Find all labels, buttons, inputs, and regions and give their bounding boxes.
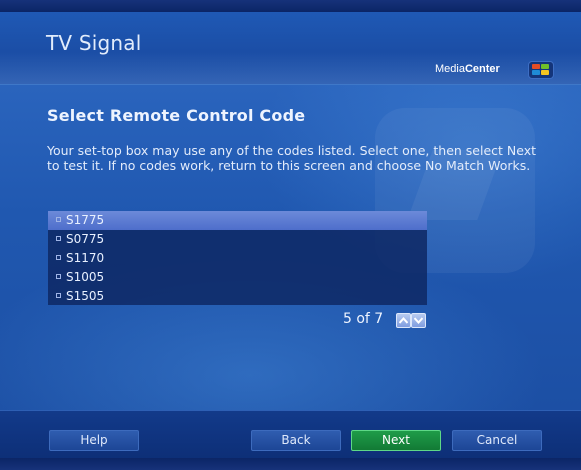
bullet-icon xyxy=(56,236,61,241)
page-down-button[interactable] xyxy=(411,313,426,328)
code-label: S1170 xyxy=(66,251,105,265)
page-title: TV Signal xyxy=(46,31,142,55)
code-label: S1005 xyxy=(66,270,105,284)
windows-flag-icon xyxy=(528,61,554,79)
cancel-button[interactable]: Cancel xyxy=(452,430,542,451)
bullet-icon xyxy=(56,217,61,222)
instructions-text: Your set-top box may use any of the code… xyxy=(47,143,537,173)
code-label: S1505 xyxy=(66,289,105,303)
media-center-window: TV Signal MediaCenter Select Remote Cont… xyxy=(0,0,581,470)
section-heading: Select Remote Control Code xyxy=(47,106,306,125)
top-border xyxy=(0,0,581,12)
page-up-button[interactable] xyxy=(396,313,411,328)
bullet-icon xyxy=(56,293,61,298)
chevron-down-icon xyxy=(414,317,423,324)
flag-green xyxy=(541,64,549,69)
bullet-icon xyxy=(56,255,61,260)
brand-bold: Center xyxy=(464,63,500,75)
page-counter: 5 of 7 xyxy=(343,311,384,327)
code-label: S1775 xyxy=(66,213,105,227)
list-item[interactable]: S1170 xyxy=(48,249,427,268)
help-button[interactable]: Help xyxy=(49,430,139,451)
back-button[interactable]: Back xyxy=(251,430,341,451)
list-item[interactable]: S1775 xyxy=(48,211,427,230)
chevron-up-icon xyxy=(399,317,408,324)
flag-red xyxy=(532,64,540,69)
code-list: S1775 S0775 S1170 S1005 S1505 xyxy=(48,211,427,305)
bottom-border xyxy=(0,458,581,470)
brand-light: Media xyxy=(435,63,465,75)
flag-blue xyxy=(532,70,540,75)
list-item[interactable]: S1505 xyxy=(48,287,427,306)
code-label: S0775 xyxy=(66,232,105,246)
next-button[interactable]: Next xyxy=(351,430,441,451)
media-center-logo-text: MediaCenter xyxy=(435,63,500,75)
list-item[interactable]: S0775 xyxy=(48,230,427,249)
list-item[interactable]: S1005 xyxy=(48,268,427,287)
flag-yellow xyxy=(541,70,549,75)
bullet-icon xyxy=(56,274,61,279)
